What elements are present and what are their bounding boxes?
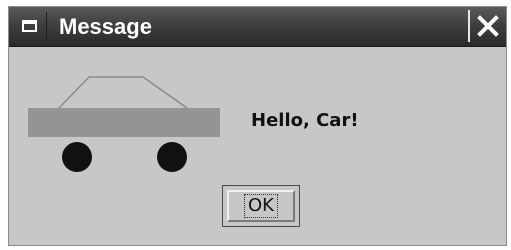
window-title: Message: [59, 14, 152, 39]
ok-button-face[interactable]: OK: [227, 190, 295, 222]
window-menu-icon: [22, 20, 37, 32]
close-button[interactable]: [468, 10, 506, 42]
dialog-content: Hello, Car! OK: [9, 47, 506, 245]
close-icon: [477, 15, 499, 37]
ok-button-label: OK: [244, 194, 278, 218]
car-front-wheel: [62, 142, 92, 172]
car-icon: [28, 76, 220, 172]
window-menu-button[interactable]: [13, 12, 47, 40]
ok-button[interactable]: OK: [222, 185, 300, 227]
title-bar[interactable]: Message: [9, 7, 506, 47]
car-rear-wheel: [157, 142, 187, 172]
car-roof: [58, 76, 188, 109]
message-dialog: Message Hello, Car! OK: [8, 6, 507, 246]
message-text: Hello, Car!: [251, 110, 359, 131]
car-body: [28, 108, 220, 137]
